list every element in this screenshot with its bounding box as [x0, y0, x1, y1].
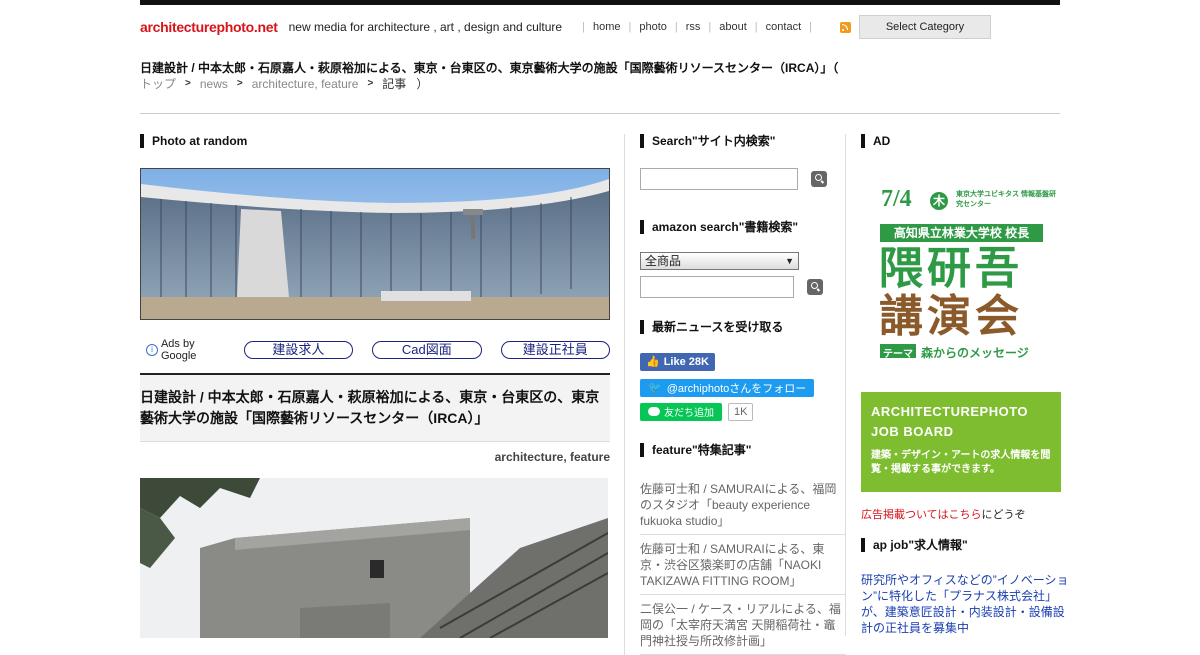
photo-random-heading: Photo at random: [140, 134, 610, 148]
nav-contact[interactable]: contact: [766, 21, 801, 33]
header-divider: [140, 113, 1060, 114]
search-icon[interactable]: [811, 171, 827, 187]
apjob-heading: ap job"求人情報": [861, 538, 1076, 552]
main-column: Photo at random i Ads by Google 建設求人 Cad…: [140, 134, 610, 638]
ad-button-construction-staff[interactable]: 建設正社員: [500, 341, 610, 359]
feature-heading: feature"特集記事": [640, 442, 846, 457]
ad-heading: AD: [861, 134, 1076, 148]
banner-speaker: 隈研吾: [879, 243, 1023, 294]
feature-list: 佐藤可士和 / SAMURAIによる、福岡のスタジオ「beauty experi…: [640, 475, 846, 655]
breadcrumb-current: 記事: [382, 77, 407, 91]
banner-date: 7/4: [881, 186, 912, 212]
breadcrumb-feature[interactable]: feature: [321, 77, 358, 91]
ad-button-construction-jobs[interactable]: 建設求人: [243, 341, 354, 359]
breadcrumb-close: ）: [416, 77, 429, 91]
main-nav: | home | photo | rss | about | contact |: [582, 21, 812, 33]
ad-note: 広告掲載ついてはこちらにどうぞ: [861, 509, 1026, 521]
site-search: [640, 168, 846, 190]
line-count: 1K: [728, 402, 754, 421]
job-board-description: 建築・デザイン・アートの求人情報を閲覧・掲載する事ができます。: [871, 450, 1051, 475]
breadcrumb-top[interactable]: トップ: [140, 75, 176, 92]
dropdown-arrow-icon: ▼: [785, 256, 794, 266]
banner-speaker-title: 高知県立林業大学校 校長: [893, 226, 1030, 240]
post-tag-architecture[interactable]: architecture: [495, 450, 564, 464]
amazon-search-input[interactable]: [640, 276, 794, 298]
site-logo[interactable]: architecturephoto.net: [140, 19, 278, 35]
breadcrumb-news[interactable]: news: [200, 77, 228, 91]
ad-column: AD 7/4 木 東京大学ユビキタス 情報基盤研究センター 高知県立林業大学校 …: [845, 134, 1076, 636]
amazon-search-heading: amazon search"書籍検索": [640, 220, 846, 234]
ads-by-google[interactable]: Ads by Google: [161, 338, 233, 362]
nav-rss[interactable]: rss: [686, 21, 701, 33]
info-icon[interactable]: i: [146, 344, 158, 356]
feature-item[interactable]: 佐藤可士和 / SAMURAIによる、福岡のスタジオ「beauty experi…: [640, 475, 846, 535]
post-main-photo: [140, 478, 608, 638]
line-row: 友だち追加 1K: [640, 402, 846, 421]
kuma-lecture-banner[interactable]: 7/4 木 東京大学ユビキタス 情報基盤研究センター 高知県立林業大学校 校長 …: [861, 178, 1061, 378]
twitter-bird-icon: 🐦: [648, 382, 662, 394]
social-buttons: 👍 Like 28K 🐦 @archiphotoさんをフォロー 友だち追加 1K: [640, 352, 846, 421]
facebook-like-button[interactable]: 👍 Like 28K: [640, 352, 715, 371]
apjob-listing[interactable]: 研究所やオフィスなどの”イノベーション”に特化した「プラナス株式会社」が、建築意…: [861, 572, 1076, 636]
breadcrumb: トップ > news > architecture, feature > 記事 …: [140, 75, 429, 92]
banner-org: 東京大学ユビキタス 情報基盤研究センター: [956, 191, 1056, 208]
category-select[interactable]: Select Category: [858, 15, 991, 39]
breadcrumb-title: 日建設計 / 中本太郎・石原嘉人・萩原裕加による、東京・台東区の、東京藝術大学の…: [140, 61, 839, 75]
irca-photo-image: [140, 478, 608, 638]
chevron-right-icon: >: [236, 78, 243, 89]
chevron-right-icon: >: [367, 78, 374, 89]
job-board-banner[interactable]: ARCHITECTUREPHOTO JOB BOARD 建築・デザイン・アートの…: [861, 392, 1061, 492]
site-tagline: new media for architecture , art , desig…: [288, 20, 563, 34]
line-add-friend-button[interactable]: 友だち追加: [640, 402, 722, 421]
banner-theme-label: テーマ: [883, 349, 913, 360]
job-board-title: ARCHITECTUREPHOTO JOB BOARD: [871, 404, 1029, 439]
post-header: 日建設計 / 中本太郎・石原嘉人・萩原裕加による、東京・台東区の、東京藝術大学の…: [140, 373, 610, 442]
site-search-input[interactable]: [640, 168, 798, 190]
post-tags: architecture, feature: [494, 450, 610, 464]
nav-photo[interactable]: photo: [639, 21, 667, 33]
site-header: architecturephoto.net new media for arch…: [140, 14, 1060, 40]
building-photo-image: [141, 169, 609, 319]
breadcrumb-architecture[interactable]: architecture: [252, 77, 315, 91]
random-photo[interactable]: [140, 168, 610, 320]
thumbs-up-icon: 👍: [646, 356, 660, 368]
search-icon[interactable]: [807, 279, 823, 295]
nav-home[interactable]: home: [593, 21, 621, 33]
top-bar: [140, 0, 1060, 5]
news-subscribe-heading: 最新ニュースを受け取る: [640, 320, 846, 334]
ad-button-cad-drawings[interactable]: Cad図面: [372, 341, 482, 359]
amazon-search: [640, 276, 846, 298]
banner-theme: 森からのメッセージ: [921, 346, 1029, 360]
chevron-right-icon: >: [185, 78, 191, 89]
post-tag-feature[interactable]: feature: [570, 450, 610, 464]
ad-info-link[interactable]: 広告掲載ついてはこちら: [861, 509, 981, 521]
rss-icon[interactable]: [839, 21, 851, 33]
banner-event: 講演会: [879, 291, 1023, 342]
feature-item[interactable]: 佐藤可士和 / SAMURAIによる、東京・渋谷区猿楽町の店舗「NAOKI TA…: [640, 535, 846, 595]
google-ads-row: i Ads by Google 建設求人 Cad図面 建設正社員: [140, 338, 610, 362]
post-title: 日建設計 / 中本太郎・石原嘉人・萩原裕加による、東京・台東区の、東京藝術大学の…: [140, 389, 600, 426]
twitter-follow-button[interactable]: 🐦 @archiphotoさんをフォロー: [640, 378, 815, 397]
amazon-category-select[interactable]: 全商品 ▼: [640, 252, 799, 270]
sidebar-column: Search"サイト内検索" amazon search"書籍検索" 全商品 ▼…: [624, 134, 846, 655]
feature-item[interactable]: 二俣公一 / ケース・リアルによる、福岡の「太宰府天満宮 天開稲荷社・竈門神社授…: [640, 595, 846, 655]
site-search-heading: Search"サイト内検索": [640, 134, 846, 148]
nav-about[interactable]: about: [719, 21, 747, 33]
amazon-select-value: 全商品: [645, 254, 682, 268]
line-icon: [648, 407, 660, 416]
banner-weekday: 木: [932, 194, 945, 208]
